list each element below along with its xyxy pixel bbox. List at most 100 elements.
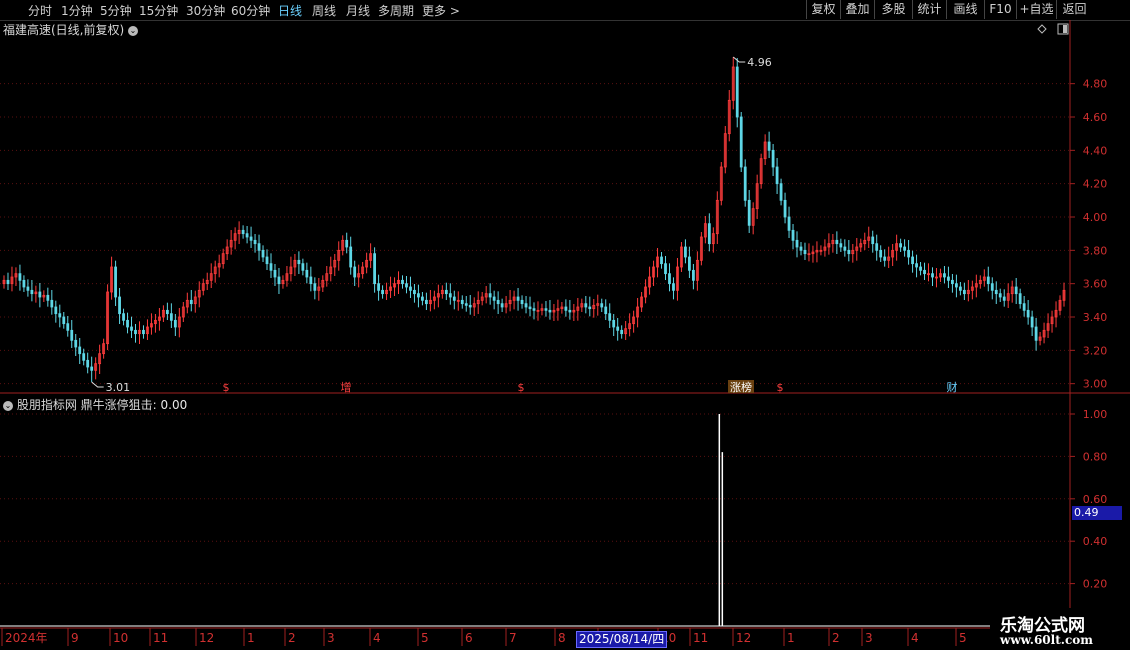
- candle-body: [377, 283, 380, 291]
- candle-body: [78, 346, 82, 355]
- diamond-icon: [1037, 24, 1047, 34]
- candle-body: [684, 246, 687, 258]
- candle-body: [165, 309, 169, 315]
- candle-body: [691, 269, 695, 281]
- candle-body: [1026, 309, 1030, 318]
- low-marker: [91, 381, 104, 388]
- candle-body: [787, 216, 791, 231]
- watermark: 乐淘公式网 www.60lt.com: [990, 608, 1130, 650]
- cursor-date-label: 2025/08/14/四: [576, 631, 668, 648]
- candle-body: [994, 289, 998, 295]
- candle-body: [612, 319, 616, 328]
- candle-body: [1022, 303, 1026, 311]
- candle-body: [608, 313, 612, 321]
- candle-body: [771, 149, 775, 168]
- candle-body: [1034, 326, 1038, 341]
- candle-body: [249, 236, 253, 241]
- candle-body: [468, 304, 472, 308]
- candle-body: [883, 256, 887, 261]
- watermark-url: www.60lt.com: [1000, 633, 1093, 647]
- candle-body: [520, 299, 524, 305]
- candle-body: [1030, 316, 1034, 328]
- candle-body: [353, 266, 357, 278]
- candle-body: [74, 339, 78, 348]
- candle-body: [1002, 296, 1006, 301]
- y-axis-label-4: 4.00: [1083, 211, 1108, 224]
- candle-body: [22, 279, 26, 288]
- high-marker: [732, 56, 746, 63]
- candle-body: [847, 249, 851, 255]
- candle-body: [464, 303, 468, 306]
- event-marker-4: $: [777, 381, 784, 394]
- candle-body: [38, 291, 42, 298]
- candle-body: [986, 276, 990, 285]
- candle-body: [707, 223, 711, 245]
- candle-body: [783, 199, 787, 218]
- candle-body: [871, 236, 875, 245]
- candle-body: [899, 243, 903, 248]
- indicator-axis-label-3: 0.40: [1083, 535, 1108, 548]
- indicator-axis-label-0: 1.00: [1083, 408, 1108, 421]
- candle-body: [30, 289, 34, 295]
- candle-body: [958, 286, 962, 291]
- candle-body: [401, 279, 404, 285]
- x-axis-label-17: 1: [787, 631, 795, 645]
- x-axis-label-9: 5: [421, 631, 429, 645]
- candle-body: [134, 329, 137, 335]
- candle-body: [931, 273, 934, 278]
- candle-body: [998, 293, 1002, 298]
- candle-body: [189, 299, 193, 305]
- candle-body: [448, 293, 452, 298]
- candle-body: [875, 243, 879, 251]
- candle-body: [114, 266, 117, 298]
- candle-body: [50, 299, 54, 308]
- candle-body: [923, 269, 926, 275]
- x-axis-label-19: 3: [865, 631, 873, 645]
- candle-body: [620, 329, 624, 335]
- stock-chart[interactable]: 4.80 4.60 4.40 4.20 4.00 3.80 3.60 3.40 3.20 3.00…: [0, 0, 1130, 650]
- candle-body: [990, 283, 994, 291]
- candle-body: [126, 319, 129, 328]
- candle-body: [564, 306, 568, 311]
- candle-body: [273, 269, 277, 278]
- event-marker-2: $: [518, 381, 525, 394]
- candle-body: [305, 269, 309, 278]
- candle-body: [739, 116, 743, 168]
- candle-body: [879, 249, 883, 258]
- candle-body: [688, 256, 691, 271]
- candle-body: [775, 166, 779, 185]
- panel-toggle-icon-fill: [1063, 25, 1067, 33]
- cursor-value-label: 0.49: [1072, 506, 1122, 520]
- candle-body: [265, 256, 269, 265]
- candle-body: [943, 273, 946, 278]
- candle-body: [130, 326, 133, 331]
- candle-body: [46, 294, 50, 301]
- candle-body: [54, 306, 58, 315]
- candle-body: [488, 293, 492, 298]
- candle-body: [779, 183, 783, 201]
- candle-body: [492, 296, 496, 301]
- candle-body: [257, 243, 261, 251]
- x-axis-label-6: 2: [288, 631, 296, 645]
- candle-body: [743, 166, 747, 201]
- y-axis-label-2: 4.40: [1083, 144, 1108, 157]
- candle-body: [544, 308, 548, 311]
- candle-body: [568, 309, 572, 313]
- event-marker-3: 涨榜: [730, 380, 752, 394]
- candle-body: [500, 303, 504, 308]
- x-axis-label-1: 9: [71, 631, 79, 645]
- candle-body: [795, 239, 799, 248]
- candle-body: [142, 329, 145, 335]
- y-axis-label-8: 3.20: [1083, 344, 1108, 357]
- candle-body: [6, 279, 10, 285]
- x-axis-label-18: 2: [832, 631, 840, 645]
- candle-body: [616, 326, 620, 331]
- y-axis-label-7: 3.40: [1083, 311, 1108, 324]
- candle-body: [903, 246, 907, 251]
- indicator-axis-label-4: 0.20: [1083, 578, 1108, 591]
- x-axis-label-4: 12: [199, 631, 214, 645]
- candle-body: [915, 263, 918, 268]
- candle-body: [947, 276, 950, 281]
- candle-body: [169, 313, 173, 321]
- candle-body: [1014, 286, 1018, 295]
